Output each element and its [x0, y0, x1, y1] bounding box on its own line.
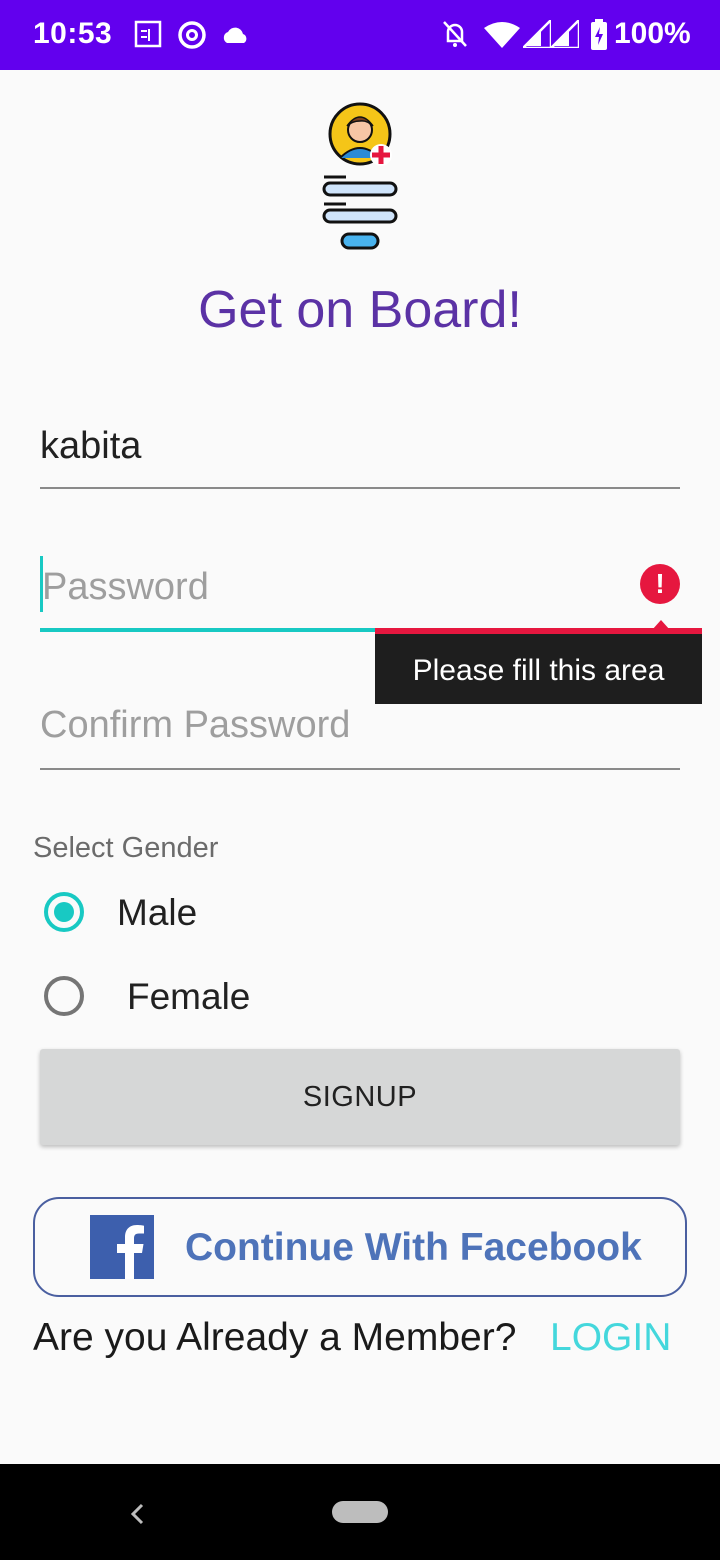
home-pill-icon[interactable] — [332, 1501, 388, 1523]
username-value: kabita — [40, 425, 142, 467]
back-icon[interactable] — [128, 1502, 148, 1526]
cloud-icon — [223, 27, 247, 43]
wifi-icon — [484, 22, 520, 48]
bell-off-icon — [443, 21, 467, 47]
signal-icon — [551, 20, 579, 48]
password-placeholder: Password — [42, 566, 209, 608]
status-time: 10:53 — [33, 17, 113, 50]
login-link[interactable]: LOGIN — [550, 1316, 671, 1360]
facebook-icon — [90, 1215, 154, 1279]
radio-label-male[interactable]: Male — [117, 892, 197, 934]
confirm-password-underline — [40, 768, 680, 770]
facebook-button-label: Continue With Facebook — [185, 1226, 642, 1269]
radio-male[interactable] — [44, 892, 84, 932]
signup-button[interactable]: SIGNUP — [40, 1049, 680, 1145]
confirm-password-placeholder: Confirm Password — [40, 704, 351, 746]
password-field[interactable]: Password ! — [40, 552, 680, 632]
confirm-password-field[interactable]: Confirm Password — [40, 690, 680, 770]
gender-label: Select Gender — [33, 832, 219, 864]
battery-percent: 100% — [614, 17, 691, 50]
navigation-bar — [0, 1464, 720, 1560]
username-field[interactable]: kabita — [40, 409, 680, 489]
status-bar: 10:53 100% — [0, 0, 720, 70]
radio-female[interactable] — [44, 976, 84, 1016]
radio-label-female[interactable]: Female — [127, 976, 250, 1018]
username-underline — [40, 487, 680, 489]
facebook-button[interactable]: Continue With Facebook — [33, 1197, 687, 1297]
page-title: Get on Board! — [198, 281, 522, 339]
at-sign-icon — [178, 21, 206, 49]
battery-charging-icon — [591, 19, 607, 50]
member-prompt: Are you Already a Member? — [33, 1316, 517, 1359]
sim-card-icon — [134, 20, 162, 48]
error-tooltip-text: Please fill this area — [412, 654, 665, 687]
error-icon: ! — [640, 564, 680, 604]
signal-icon — [523, 20, 551, 48]
signup-logo-icon — [322, 102, 398, 250]
